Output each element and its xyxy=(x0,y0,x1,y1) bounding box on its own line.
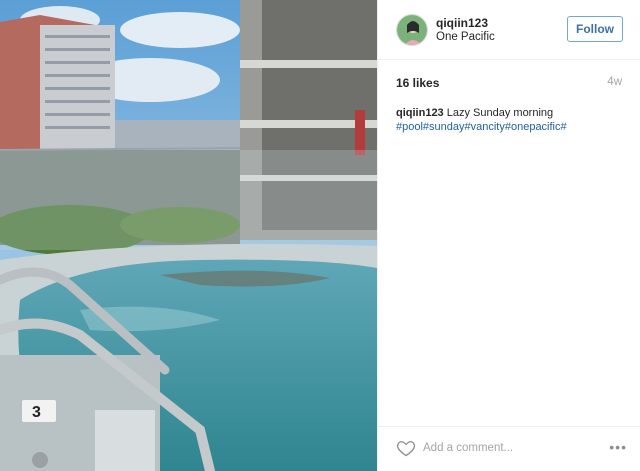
post-sidebar: qiqiin123 One Pacific Follow 16 likes 4w… xyxy=(377,0,640,471)
more-options-icon[interactable]: ••• xyxy=(609,439,627,455)
pool-sign-number: 3 xyxy=(32,404,41,421)
post-photo[interactable]: 3 xyxy=(0,0,377,471)
location[interactable]: One Pacific xyxy=(436,31,495,43)
avatar-image xyxy=(397,15,427,45)
pool-photo-illustration: 3 xyxy=(0,0,377,471)
post-header: qiqiin123 One Pacific Follow xyxy=(378,0,640,60)
like-count[interactable]: 16 likes xyxy=(396,76,439,90)
pool-sign: 3 xyxy=(22,400,56,422)
instagram-post: 3 qiqiin123 One Pacific Follow 16 likes xyxy=(0,0,640,471)
comment-input[interactable] xyxy=(423,439,573,457)
caption: qiqiin123 Lazy Sunday morning #pool#sund… xyxy=(396,106,626,134)
comment-bar: ••• xyxy=(378,426,640,471)
avatar[interactable] xyxy=(396,14,428,46)
heart-icon[interactable] xyxy=(396,438,416,458)
caption-text: Lazy Sunday morning xyxy=(446,107,554,119)
post-age[interactable]: 4w xyxy=(607,76,622,88)
caption-hashtags[interactable]: #pool#sunday#vancity#onepacific# xyxy=(396,121,567,133)
caption-username[interactable]: qiqiin123 xyxy=(396,107,444,119)
username[interactable]: qiqiin123 xyxy=(436,16,488,30)
follow-button[interactable]: Follow xyxy=(567,16,623,42)
